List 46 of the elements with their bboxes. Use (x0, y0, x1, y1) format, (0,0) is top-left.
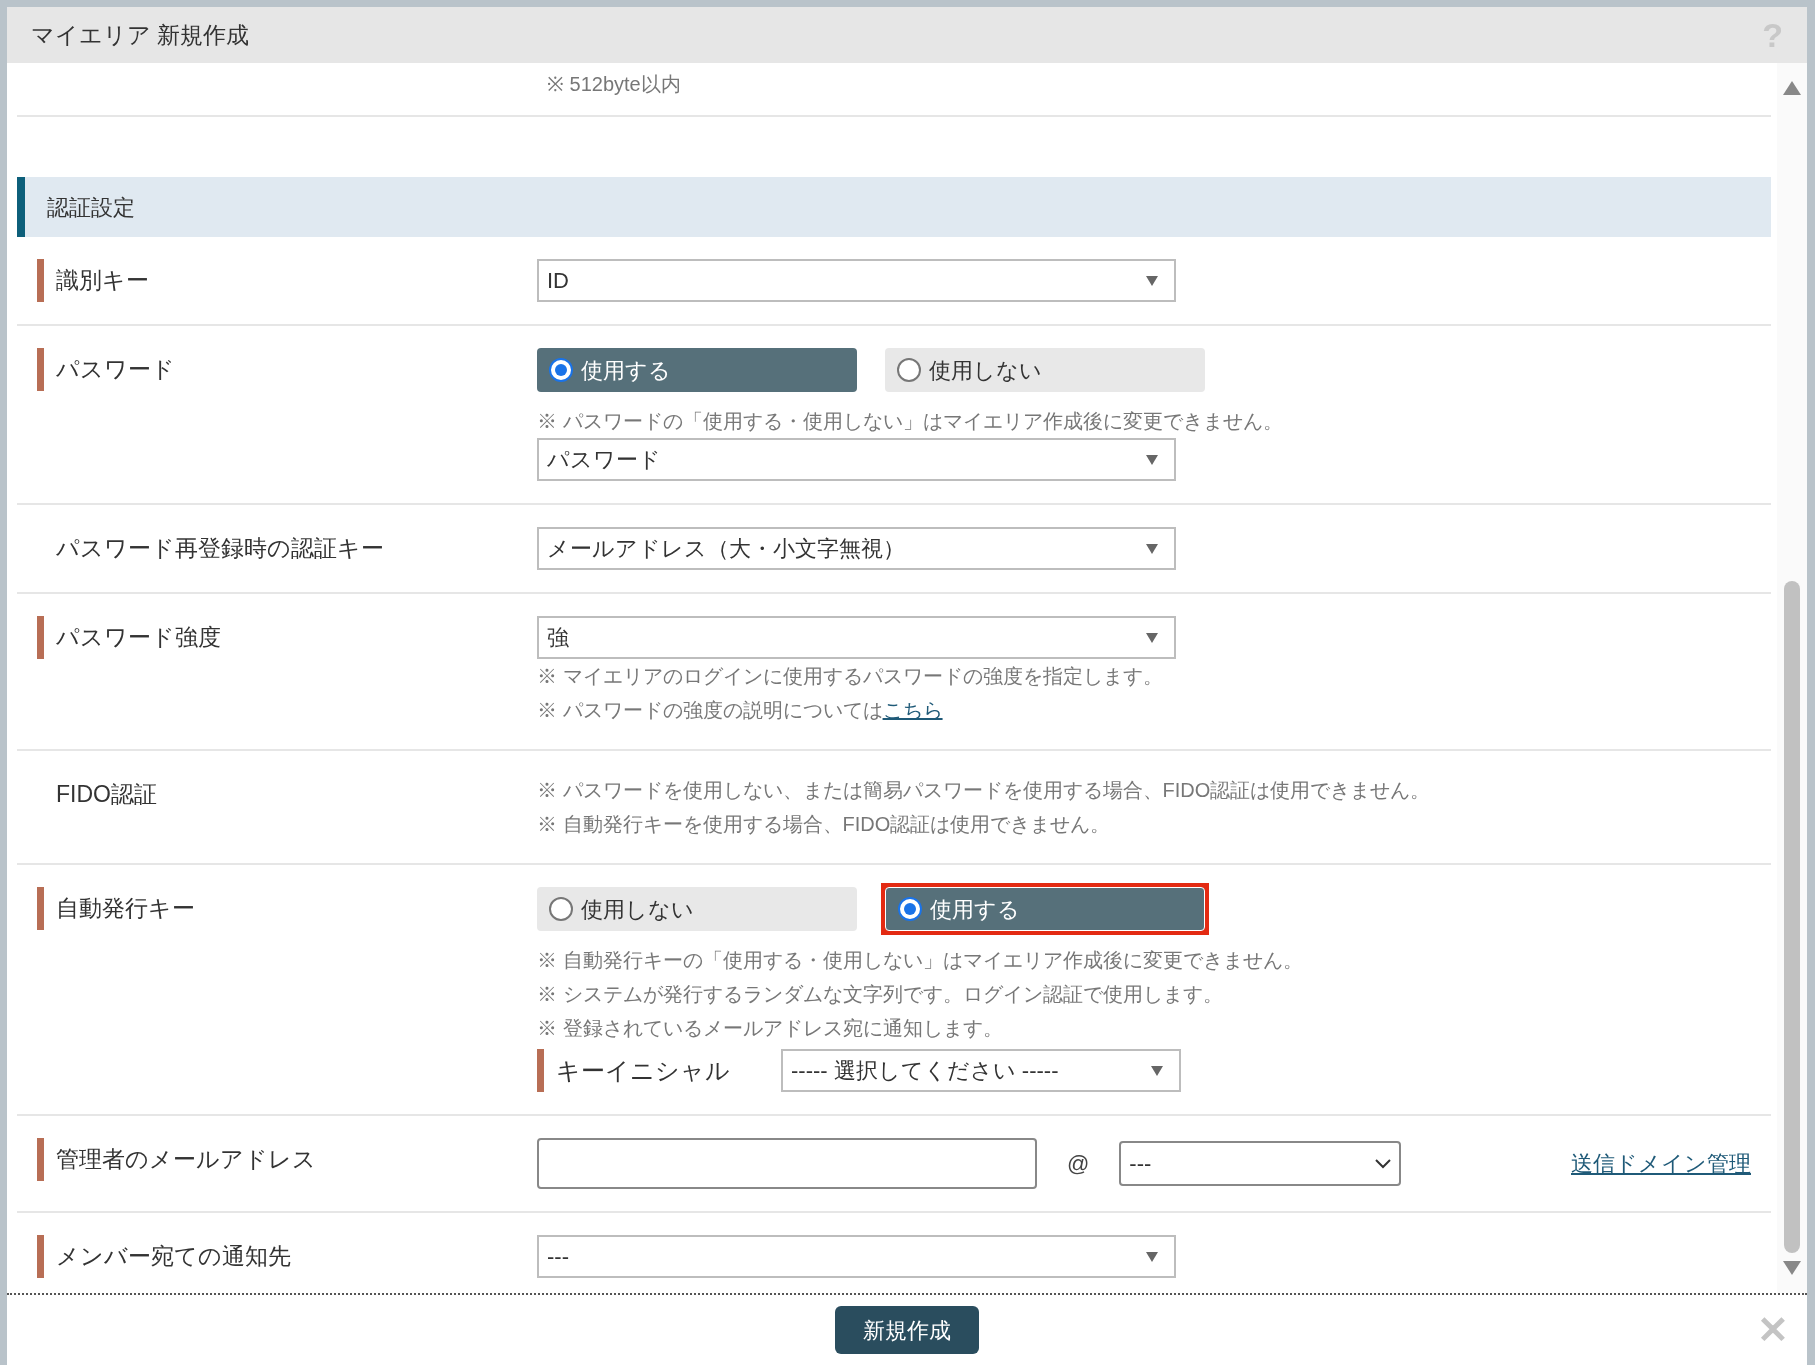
field-label: 識別キー (56, 266, 149, 295)
section-header: 認証設定 (17, 177, 1771, 237)
field-label: キーイニシャル (556, 1055, 731, 1086)
field-label: パスワード (56, 355, 175, 384)
dropdown-arrow-icon (1146, 543, 1158, 554)
radio-option[interactable]: 使用する (885, 887, 1205, 931)
dialog-title: マイエリア 新規作成 (31, 20, 250, 50)
note-text: ※ パスワードを使用しない、または簡易パスワードを使用する場合、FIDO認証は使用できません。 (537, 778, 1431, 803)
note-text: ※ パスワードの「使用する・使用しない」はマイエリア作成後に変更できません。 (537, 409, 1283, 434)
dropdown-arrow-icon (1151, 1065, 1163, 1076)
dropdown[interactable]: ID (537, 259, 1176, 302)
dropdown[interactable]: ----- 選択してください ----- (781, 1049, 1181, 1092)
note-text: ※ マイエリアのログインに使用するパスワードの強度を指定します。 (537, 664, 1163, 689)
dropdown-arrow-icon (1146, 1251, 1158, 1262)
scroll-down-icon[interactable] (1783, 1261, 1801, 1275)
domain-management-link[interactable]: 送信ドメイン管理 (1571, 1147, 1751, 1180)
dropdown[interactable]: --- (537, 1235, 1176, 1278)
note-text: ※ 自動発行キーを使用する場合、FIDO認証は使用できません。 (537, 812, 1111, 837)
scroll-up-icon[interactable] (1783, 81, 1801, 95)
link[interactable]: こちら (882, 699, 943, 721)
radio-option[interactable]: 使用しない (885, 348, 1205, 392)
dropdown[interactable]: メールアドレス（大・小文字無視） (537, 527, 1176, 570)
dropdown[interactable]: 強 (537, 616, 1176, 659)
dropdown-arrow-icon (1146, 454, 1158, 465)
field-label: 自動発行キー (56, 894, 195, 923)
at-sign: @ (1067, 1150, 1090, 1178)
field-label: パスワード強度 (56, 623, 221, 652)
field-label: 管理者のメールアドレス (56, 1145, 316, 1174)
dropdown-arrow-icon (1146, 275, 1158, 286)
note-text: ※ 登録されているメールアドレス宛に通知します。 (537, 1016, 1003, 1041)
note-text: ※ システムが発行するランダムな文字列です。ログイン認証で使用します。 (537, 982, 1223, 1007)
domain-dropdown[interactable]: --- (1119, 1141, 1402, 1186)
dropdown-arrow-icon (1146, 632, 1158, 643)
field-label: FIDO認証 (56, 780, 157, 809)
note-text: ※ 512byte以内 (547, 73, 681, 95)
note-text: ※ パスワードの強度の説明についてはこちら (537, 698, 943, 723)
scrollbar-thumb[interactable] (1784, 581, 1800, 1253)
field-label: パスワード再登録時の認証キー (56, 534, 384, 563)
create-button[interactable]: 新規作成 (835, 1306, 979, 1354)
field-label: メンバー宛ての通知先 (56, 1242, 291, 1271)
chevron-down-icon (1375, 1158, 1392, 1169)
email-input-field[interactable] (537, 1138, 1037, 1189)
note-text: ※ 自動発行キーの「使用する・使用しない」はマイエリア作成後に変更できません。 (537, 948, 1303, 973)
dropdown[interactable]: パスワード (537, 438, 1176, 481)
radio-option[interactable]: 使用する (537, 348, 857, 392)
radio-option[interactable]: 使用しない (537, 887, 857, 931)
